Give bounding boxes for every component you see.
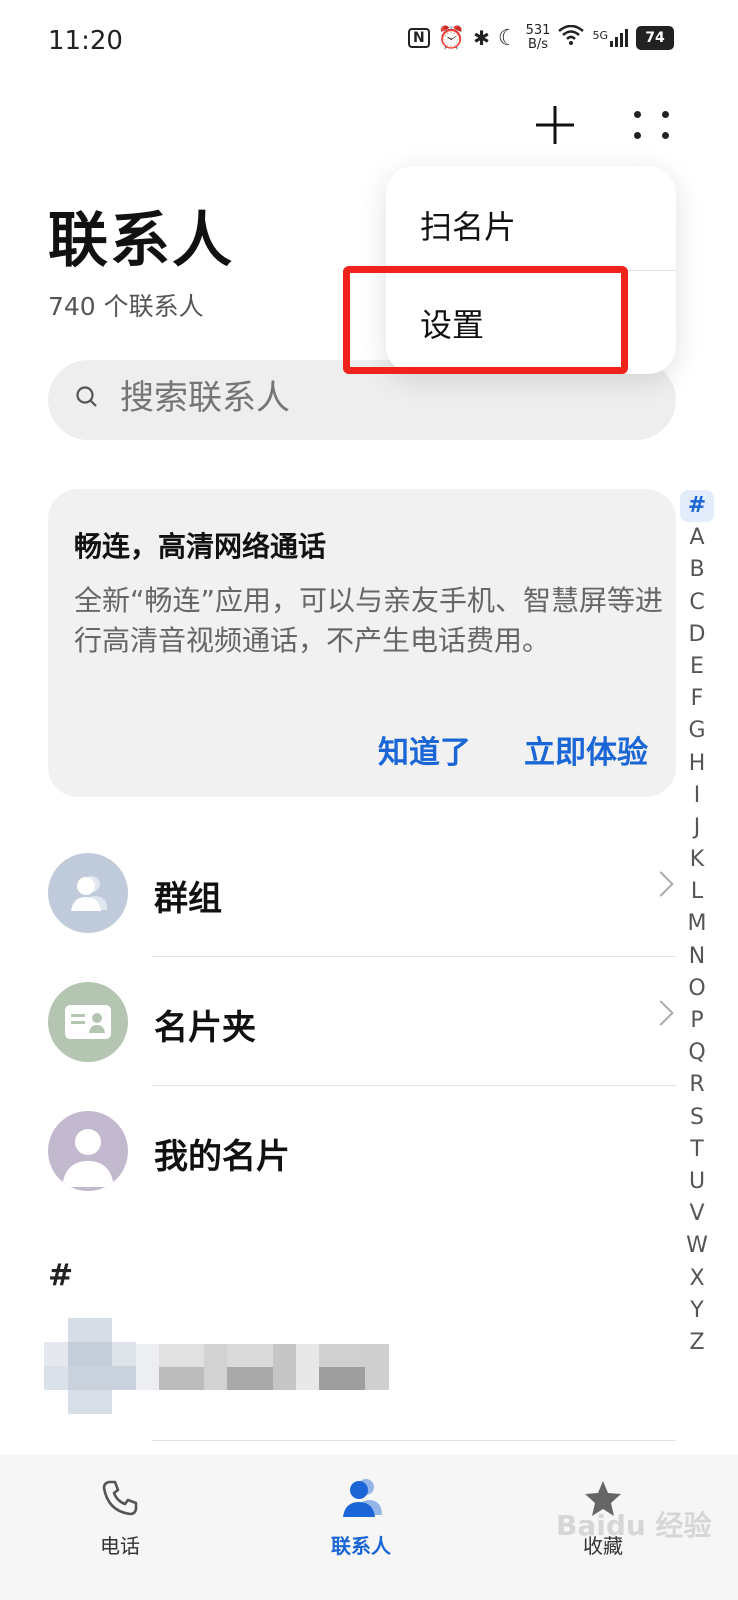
promo-title: 畅连，高清网络通话 bbox=[74, 530, 327, 563]
index-letter[interactable]: B bbox=[680, 554, 714, 586]
chevron-right-icon bbox=[648, 871, 674, 897]
index-letter[interactable]: C bbox=[680, 587, 714, 619]
page-title: 联系人 bbox=[48, 206, 234, 276]
search-icon bbox=[76, 386, 97, 407]
index-letter[interactable]: R bbox=[680, 1069, 714, 1101]
promo-description: 全新“畅连”应用，可以与亲友手机、智慧屏等进行高清音视频通话，不产生电话费用。 bbox=[74, 584, 664, 657]
bluetooth-icon: ✱ bbox=[473, 26, 490, 50]
index-letter[interactable]: K bbox=[680, 844, 714, 876]
net-speed: 531 B/s bbox=[525, 23, 551, 52]
plus-icon bbox=[536, 106, 574, 144]
index-letter[interactable]: G bbox=[680, 715, 714, 747]
index-letter[interactable]: P bbox=[680, 1005, 714, 1037]
alphabet-index-bar[interactable]: # A B C D E F G H I J K L M N O P Q R S T U V W X Y Z bbox=[680, 490, 714, 1359]
index-letter[interactable]: Q bbox=[680, 1037, 714, 1069]
nav-label: 电话 bbox=[100, 1534, 140, 1558]
nav-tab-phone[interactable]: 电话 bbox=[45, 1474, 195, 1559]
add-contact-button[interactable] bbox=[528, 98, 582, 152]
index-letter[interactable]: M bbox=[680, 908, 714, 940]
nav-tab-contacts[interactable]: 联系人 bbox=[286, 1474, 436, 1559]
list-divider bbox=[152, 1440, 676, 1441]
promo-card: 畅连，高清网络通话 全新“畅连”应用，可以与亲友手机、智慧屏等进行高清音视频通话… bbox=[48, 489, 676, 797]
section-header: # bbox=[48, 1258, 74, 1293]
entry-my-card[interactable]: 我的名片 bbox=[48, 1111, 676, 1239]
index-letter[interactable]: A bbox=[680, 522, 714, 554]
index-letter[interactable]: F bbox=[680, 683, 714, 715]
list-divider bbox=[152, 956, 676, 957]
battery-icon: 74 bbox=[635, 26, 674, 50]
index-letter[interactable]: W bbox=[680, 1230, 714, 1262]
index-letter[interactable]: D bbox=[680, 619, 714, 651]
watermark-logo: Baidu 经验 bbox=[556, 1509, 712, 1542]
contacts-icon bbox=[337, 1474, 385, 1522]
menu-item-scan-card[interactable]: 扫名片 bbox=[420, 202, 516, 248]
index-letter[interactable]: Y bbox=[680, 1295, 714, 1327]
highlight-annotation-box bbox=[343, 266, 628, 374]
index-letter[interactable]: S bbox=[680, 1102, 714, 1134]
status-icons: N ⏰ ✱ ☾ 531 B/s 5G 74 bbox=[408, 24, 674, 52]
status-time: 11:20 bbox=[48, 26, 123, 56]
index-letter[interactable]: V bbox=[680, 1198, 714, 1230]
signal-icon: 5G bbox=[592, 29, 628, 47]
nav-label: 联系人 bbox=[331, 1534, 391, 1558]
blurred-contact-row[interactable] bbox=[44, 1318, 389, 1416]
entry-groups[interactable]: 群组 bbox=[48, 853, 676, 981]
nfc-icon: N bbox=[408, 28, 430, 48]
index-letter[interactable]: N bbox=[680, 941, 714, 973]
search-input[interactable] bbox=[120, 378, 620, 418]
list-divider bbox=[152, 1085, 676, 1086]
group-icon bbox=[48, 853, 128, 933]
index-letter[interactable]: Z bbox=[680, 1327, 714, 1359]
wifi-icon bbox=[558, 24, 585, 51]
index-letter[interactable]: I bbox=[680, 780, 714, 812]
promo-try-button[interactable]: 立即体验 bbox=[524, 727, 648, 772]
chevron-right-icon bbox=[648, 1000, 674, 1026]
index-letter[interactable]: O bbox=[680, 973, 714, 1005]
person-icon bbox=[48, 1111, 128, 1191]
more-dots-icon bbox=[634, 111, 672, 139]
promo-dismiss-button[interactable]: 知道了 bbox=[378, 727, 471, 772]
index-letter[interactable]: L bbox=[680, 876, 714, 908]
entry-business-cards[interactable]: 名片夹 bbox=[48, 982, 676, 1110]
index-letter[interactable]: # bbox=[680, 490, 714, 523]
index-letter[interactable]: H bbox=[680, 748, 714, 780]
more-options-button[interactable] bbox=[626, 98, 680, 152]
index-letter[interactable]: J bbox=[680, 812, 714, 844]
index-letter[interactable]: E bbox=[680, 651, 714, 683]
entry-label: 名片夹 bbox=[154, 1008, 256, 1048]
index-letter[interactable]: X bbox=[680, 1263, 714, 1295]
business-card-icon bbox=[48, 982, 128, 1062]
phone-icon bbox=[96, 1474, 144, 1522]
index-letter[interactable]: U bbox=[680, 1166, 714, 1198]
alarm-icon: ⏰ bbox=[437, 25, 466, 51]
entry-label: 我的名片 bbox=[154, 1137, 290, 1177]
contact-count: 740 个联系人 bbox=[48, 292, 204, 321]
moon-icon: ☾ bbox=[497, 25, 518, 51]
index-letter[interactable]: T bbox=[680, 1134, 714, 1166]
entry-label: 群组 bbox=[154, 879, 222, 919]
